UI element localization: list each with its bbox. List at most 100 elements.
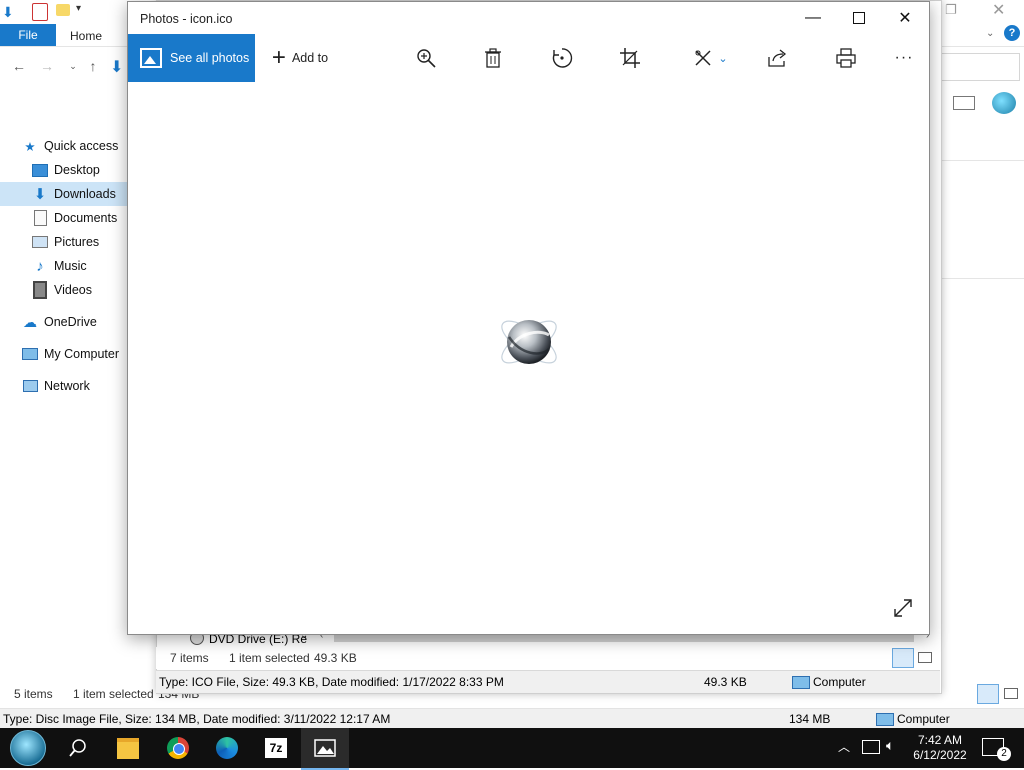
help-icon[interactable]: ? bbox=[1004, 25, 1020, 41]
computer-icon bbox=[876, 713, 894, 726]
new-folder-icon[interactable] bbox=[56, 4, 70, 16]
details-location: Computer bbox=[897, 712, 950, 726]
up-arrow-icon[interactable]: ↑ bbox=[84, 57, 102, 75]
chevron-down-icon[interactable]: ⌄ bbox=[986, 28, 994, 39]
computer-icon bbox=[792, 676, 810, 689]
forward-arrow-icon[interactable]: → bbox=[38, 57, 56, 75]
start-button[interactable] bbox=[4, 728, 52, 768]
file-explorer-icon bbox=[117, 737, 139, 759]
item-count: 7 items bbox=[170, 651, 209, 665]
details-view-icon[interactable] bbox=[977, 684, 999, 704]
share-button[interactable] bbox=[760, 34, 796, 82]
sidebar-item-videos[interactable]: Videos bbox=[0, 278, 128, 302]
divider bbox=[940, 278, 1024, 279]
notification-count: 2 bbox=[997, 747, 1011, 761]
computer-icon bbox=[22, 347, 38, 361]
details-size: 49.3 KB bbox=[704, 675, 747, 689]
email-icon[interactable] bbox=[953, 96, 975, 110]
details-text: Type: Disc Image File, Size: 134 MB, Dat… bbox=[3, 712, 391, 726]
maximize-icon[interactable] bbox=[836, 2, 882, 34]
details-view-icon[interactable] bbox=[892, 648, 914, 668]
star-icon: ★ bbox=[24, 139, 36, 154]
customize-dropdown-icon[interactable]: ▾ bbox=[76, 3, 81, 14]
plus-icon: + bbox=[271, 44, 286, 71]
add-to-button[interactable]: + Add to bbox=[265, 34, 335, 82]
volume-icon[interactable]: 🔈︎ bbox=[886, 737, 894, 754]
more-icon: ··· bbox=[894, 49, 914, 66]
print-icon bbox=[836, 48, 856, 68]
taskbar-chrome[interactable] bbox=[154, 728, 202, 768]
sidebar-item-documents[interactable]: Documents bbox=[0, 206, 128, 230]
search-icon bbox=[69, 739, 86, 757]
selection-count: 1 item selected bbox=[229, 651, 310, 665]
delete-button[interactable] bbox=[475, 34, 511, 82]
download-arrow-icon: ⬇ bbox=[33, 186, 47, 203]
taskbar-photos[interactable] bbox=[301, 728, 349, 770]
status-bar-front: 7 items 1 item selected 49.3 KB bbox=[156, 647, 940, 669]
network-status-icon[interactable] bbox=[862, 740, 880, 754]
image-canvas[interactable] bbox=[128, 82, 929, 634]
image-icon bbox=[140, 48, 162, 68]
taskbar-edge[interactable] bbox=[203, 728, 251, 768]
tab-file[interactable]: File bbox=[0, 24, 56, 46]
download-arrow-icon: ⬇ bbox=[110, 59, 124, 76]
delete-icon bbox=[485, 48, 501, 68]
see-all-photos-button[interactable]: See all photos bbox=[128, 34, 255, 82]
clock[interactable]: 7:42 AM 6/12/2022 bbox=[908, 733, 972, 763]
rotate-button[interactable] bbox=[544, 34, 580, 82]
close-icon[interactable]: ✕ bbox=[882, 2, 928, 34]
recent-locations-icon[interactable]: ⌄ bbox=[64, 57, 82, 75]
download-arrow-icon[interactable]: ⬇ bbox=[2, 4, 14, 21]
search-button[interactable] bbox=[54, 728, 102, 768]
taskbar-7zip[interactable]: 7z bbox=[252, 728, 300, 768]
properties-icon[interactable] bbox=[32, 3, 48, 21]
7zip-icon: 7z bbox=[265, 738, 287, 758]
sidebar-item-pictures[interactable]: Pictures bbox=[0, 230, 128, 254]
fullscreen-button[interactable] bbox=[893, 598, 913, 621]
title-bar: Photos - icon.ico — ✕ bbox=[128, 2, 929, 34]
zoom-icon bbox=[417, 49, 436, 68]
sidebar-item-desktop[interactable]: Desktop bbox=[0, 158, 128, 182]
sidebar-item-music[interactable]: ♪ Music bbox=[0, 254, 128, 278]
start-icon bbox=[10, 730, 46, 766]
large-icons-view-icon[interactable] bbox=[918, 652, 932, 663]
horizontal-scrollbar[interactable] bbox=[334, 634, 914, 642]
chrome-icon bbox=[167, 737, 189, 759]
music-note-icon: ♪ bbox=[36, 257, 44, 275]
edit-create-button[interactable]: ⌄ bbox=[688, 34, 734, 82]
details-size: 134 MB bbox=[789, 712, 831, 726]
pictures-icon bbox=[32, 235, 48, 249]
divider bbox=[940, 160, 1024, 161]
ico-image-sphere bbox=[501, 320, 557, 364]
restore-icon[interactable]: ❐ bbox=[945, 2, 957, 18]
details-bar: Type: Disc Image File, Size: 134 MB, Dat… bbox=[0, 708, 1024, 729]
large-icons-view-icon[interactable] bbox=[1004, 688, 1018, 699]
share-icon bbox=[768, 49, 787, 67]
crop-button[interactable] bbox=[612, 34, 648, 82]
tab-home[interactable]: Home bbox=[70, 29, 102, 43]
minimize-icon[interactable]: — bbox=[790, 2, 836, 34]
expand-icon bbox=[894, 599, 912, 617]
more-options-button[interactable]: ··· bbox=[886, 34, 922, 82]
zoom-button[interactable] bbox=[408, 34, 444, 82]
documents-icon bbox=[32, 210, 48, 226]
back-arrow-icon[interactable]: ← bbox=[10, 57, 28, 75]
photos-icon bbox=[314, 739, 336, 757]
taskbar-file-explorer[interactable] bbox=[104, 728, 152, 768]
selection-count: 1 item selected bbox=[73, 687, 154, 701]
print-button[interactable] bbox=[828, 34, 864, 82]
photos-window: Photos - icon.ico — ✕ See all photos + A… bbox=[127, 1, 930, 635]
action-center-icon[interactable]: 2 bbox=[982, 738, 1011, 761]
shell-app-icon[interactable] bbox=[992, 92, 1016, 114]
show-hidden-icons-icon[interactable]: ︿ bbox=[838, 738, 850, 755]
sidebar-item-downloads[interactable]: ⬇ Downloads bbox=[0, 182, 128, 206]
chevron-down-icon[interactable]: ⌄ bbox=[718, 52, 727, 65]
details-location: Computer bbox=[813, 675, 866, 689]
clock-time: 7:42 AM bbox=[917, 733, 963, 747]
cloud-icon: ☁ bbox=[23, 313, 37, 330]
film-icon bbox=[32, 281, 48, 299]
close-icon[interactable]: ✕ bbox=[992, 0, 1005, 20]
clock-date: 6/12/2022 bbox=[913, 748, 967, 762]
edge-icon bbox=[216, 737, 238, 759]
window-title: Photos - icon.ico bbox=[140, 12, 233, 26]
